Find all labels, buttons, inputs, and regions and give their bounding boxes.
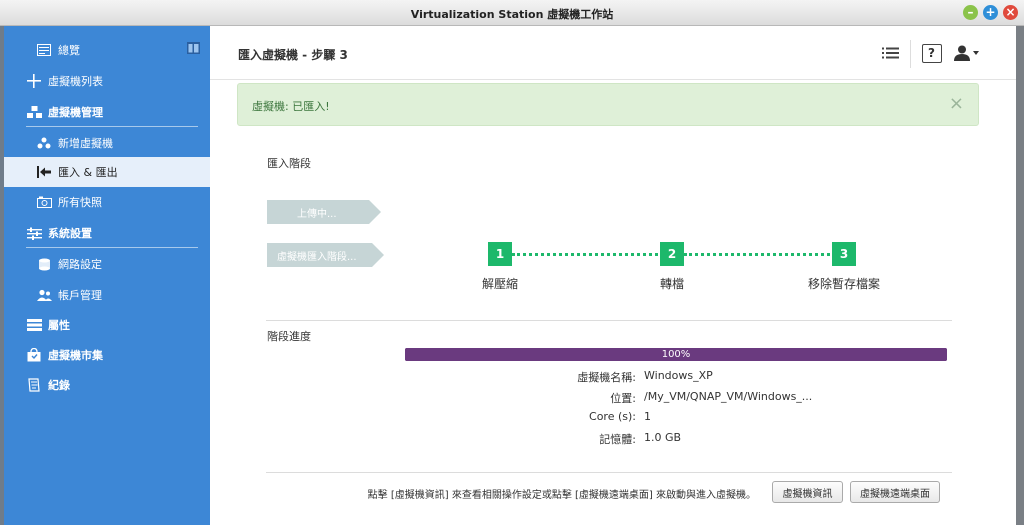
vm-location-label: 位置: <box>610 392 636 405</box>
progress-connector <box>512 253 658 256</box>
stage-node-label: 轉檔 <box>659 277 684 291</box>
overview-icon <box>36 42 52 58</box>
sidebar-item-properties[interactable]: 屬性 <box>4 310 210 340</box>
page-title: 匯入虛擬機 - 步驟 3 <box>238 48 348 62</box>
sidebar-item-label: 網路設定 <box>58 258 102 271</box>
sidebar-item-vm-list[interactable]: 虛擬機列表 <box>4 66 210 96</box>
sidebar-item-label: 虛擬機市集 <box>48 349 103 362</box>
success-alert: 虛擬機: 已匯入! × <box>237 83 979 126</box>
step-vm-import: 虛擬機匯入階段... <box>267 243 384 267</box>
sidebar-item-label: 匯入 & 匯出 <box>58 166 118 179</box>
import-stage-label: 匯入階段 <box>267 157 311 170</box>
window-title: Virtualization Station 虛擬機工作站 <box>410 8 614 21</box>
sidebar-item-new-vm[interactable]: 新增虛擬機 <box>4 128 210 158</box>
step-uploading-label: 上傳中... <box>297 208 337 220</box>
sidebar-divider <box>26 126 198 127</box>
footer-hint: 點擊 [虛擬機資訊] 來查看相關操作設定或點擊 [虛擬機遠端桌面] 來啟動與進入… <box>367 490 756 501</box>
footer-divider <box>266 472 952 473</box>
header-divider <box>910 40 911 68</box>
close-icon[interactable]: × <box>1003 5 1018 20</box>
progress-bar-text: 100% <box>661 349 691 360</box>
stage-node-1: 1 <box>488 242 512 266</box>
import-export-icon <box>36 164 52 180</box>
step-uploading: 上傳中... <box>267 200 381 224</box>
sidebar-item-vm-management[interactable]: 虛擬機管理 <box>4 97 210 127</box>
sidebar-item-logs[interactable]: 紀錄 <box>4 370 210 400</box>
market-icon <box>26 347 42 363</box>
users-icon <box>36 287 52 303</box>
vm-add-icon <box>36 135 52 151</box>
sidebar-item-system-settings[interactable]: 系統設置 <box>4 218 210 248</box>
sidebar-item-network[interactable]: 網路設定 <box>4 249 210 279</box>
vm-memory-label: 記憶體: <box>599 433 636 446</box>
sidebar-item-label: 所有快照 <box>58 196 102 209</box>
sidebar-item-label: 屬性 <box>48 319 70 332</box>
sidebar-item-label: 新增虛擬機 <box>58 137 113 150</box>
stage-node-label: 移除暫存檔案 <box>807 277 880 291</box>
sidebar-item-label: 總覽 <box>58 44 80 57</box>
section-divider <box>266 320 952 321</box>
vm-info-button[interactable]: 虛擬機資訊 <box>772 481 843 503</box>
help-icon[interactable]: ? <box>921 43 942 63</box>
step-vm-import-label: 虛擬機匯入階段... <box>277 251 357 263</box>
vm-memory-value: 1.0 GB <box>644 431 682 444</box>
sidebar-item-snapshots[interactable]: 所有快照 <box>4 187 210 217</box>
log-icon <box>26 377 42 393</box>
pin-panel-icon[interactable] <box>187 42 200 57</box>
list-icon[interactable] <box>880 43 900 63</box>
sidebar-divider <box>26 247 198 248</box>
vm-manage-icon <box>26 104 42 120</box>
stage-node-3: 3 <box>832 242 856 266</box>
sidebar-item-label: 紀錄 <box>48 379 70 392</box>
sidebar-item-accounts[interactable]: 帳戶管理 <box>4 280 210 310</box>
user-menu-icon[interactable] <box>953 43 981 63</box>
stage-node-2: 2 <box>660 242 684 266</box>
sidebar-item-import-export[interactable]: 匯入 & 匯出 <box>4 157 210 187</box>
sidebar: 總覽 虛擬機列表 虛擬機管理 新增虛擬機 匯入 & 匯出 所有快照 系統設置 網… <box>4 26 210 525</box>
vm-remote-desktop-button[interactable]: 虛擬機遠端桌面 <box>850 481 940 503</box>
vm-cores-value: 1 <box>644 410 651 423</box>
minimize-icon[interactable]: – <box>963 5 978 20</box>
sliders-icon <box>26 225 42 241</box>
sidebar-item-label: 系統設置 <box>48 227 92 240</box>
sidebar-item-label: 帳戶管理 <box>58 289 102 302</box>
maximize-icon[interactable]: + <box>983 5 998 20</box>
vm-location-value: /My_VM/QNAP_VM/Windows_... <box>644 390 813 403</box>
stage-node-label: 解壓縮 <box>481 277 518 291</box>
vm-name-label: 虛擬機名稱: <box>577 371 636 384</box>
sidebar-item-label: 虛擬機列表 <box>48 75 103 88</box>
stage-progress-label: 階段進度 <box>267 330 311 343</box>
window-titlebar: Virtualization Station 虛擬機工作站 – + × <box>0 0 1024 26</box>
camera-icon <box>36 194 52 210</box>
alert-message: 虛擬機: 已匯入! <box>252 100 330 113</box>
network-icon <box>36 256 52 272</box>
sidebar-item-label: 虛擬機管理 <box>48 106 103 119</box>
properties-icon <box>26 317 42 333</box>
window-controls: – + × <box>963 5 1018 20</box>
plus-icon <box>26 73 42 89</box>
sidebar-item-overview[interactable]: 總覽 <box>4 35 210 65</box>
background-window-edge-right <box>1016 26 1024 525</box>
help-icon-glyph: ? <box>921 43 942 63</box>
sidebar-item-vm-market[interactable]: 虛擬機市集 <box>4 340 210 370</box>
main-panel: 匯入虛擬機 - 步驟 3 ? 虛擬機: 已匯入! × 匯入階段 上傳中... 虛… <box>210 26 1016 525</box>
alert-close-icon[interactable]: × <box>949 93 964 114</box>
vm-cores-label: Core (s): <box>589 410 636 423</box>
progress-connector <box>684 253 830 256</box>
vm-name-value: Windows_XP <box>644 369 713 382</box>
progress-bar: 100% <box>405 348 947 361</box>
page-header: 匯入虛擬機 - 步驟 3 ? <box>210 26 1016 80</box>
